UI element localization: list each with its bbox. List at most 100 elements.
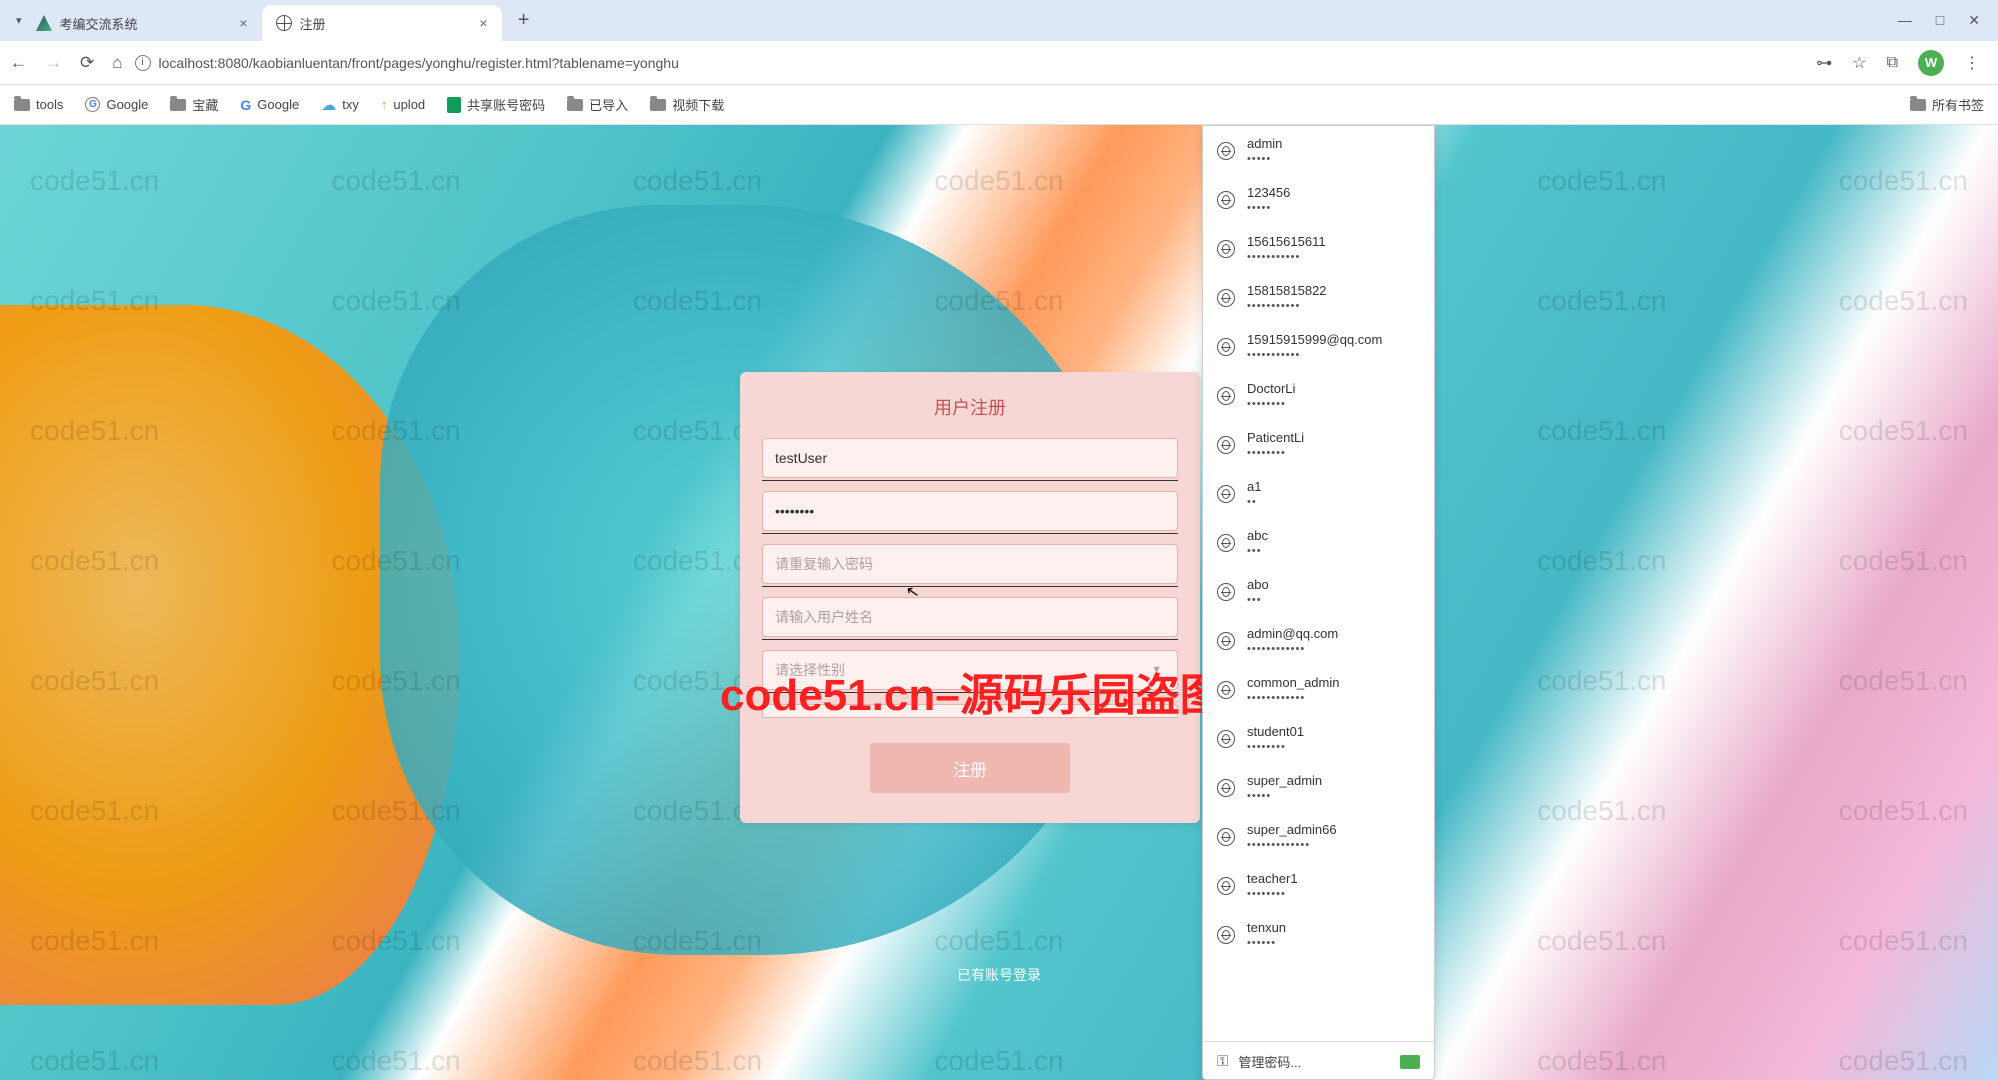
autofill-item[interactable]: 15815815822••••••••••• (1203, 273, 1434, 322)
close-button[interactable]: ✕ (1968, 12, 1980, 29)
autofill-item[interactable]: a1•• (1203, 469, 1434, 518)
home-button[interactable]: ⌂ (112, 53, 122, 73)
autofill-password-mask: •• (1247, 496, 1261, 508)
autofill-item[interactable]: 15615615611••••••••••• (1203, 224, 1434, 273)
autofill-item[interactable]: super_admin66 ••••••••••••• (1203, 812, 1434, 861)
page-viewport: code51.cncode51.cncode51.cncode51.cncode… (0, 125, 1998, 1080)
bookmark-item[interactable]: GGoogle (240, 95, 299, 114)
globe-icon (1217, 142, 1235, 160)
bookmark-item[interactable]: 已导入 (567, 95, 628, 114)
autofill-item[interactable]: admin••••• (1203, 126, 1434, 175)
bookmark-label: txy (342, 97, 359, 112)
gender-select[interactable]: ▼ (762, 650, 1178, 693)
globe-icon (1217, 632, 1235, 650)
autofill-password-mask: ••• (1247, 545, 1268, 557)
autofill-password-mask: ••••••••••• (1247, 349, 1382, 361)
autofill-username: 15815815822 (1247, 283, 1327, 298)
autofill-item[interactable]: student01•••••••• (1203, 714, 1434, 763)
confirm-password-input[interactable] (762, 544, 1178, 584)
autofill-item[interactable]: tenxun•••••• (1203, 910, 1434, 959)
autofill-username: abo (1247, 577, 1269, 592)
folder-icon (170, 99, 186, 111)
gender-display[interactable] (762, 650, 1178, 690)
autofill-username: admin@qq.com (1247, 626, 1338, 641)
autofill-password-mask: •••••••• (1247, 741, 1304, 753)
autofill-item[interactable]: admin@qq.com •••••••••••• (1203, 616, 1434, 665)
autofill-password-mask: ••• (1247, 594, 1269, 606)
autofill-item[interactable]: abc••• (1203, 518, 1434, 567)
autofill-item[interactable]: DoctorLi•••••••• (1203, 371, 1434, 420)
window-controls: — □ ✕ (1898, 12, 1990, 29)
globe-icon (276, 15, 292, 31)
folder-icon (14, 99, 30, 111)
realname-input[interactable] (762, 597, 1178, 637)
tab-register[interactable]: 注册 × (262, 5, 502, 41)
extensions-icon[interactable]: ⧉ (1887, 54, 1898, 72)
vue-icon (36, 15, 52, 31)
autofill-username: super_admin66 (1247, 822, 1337, 837)
bookmark-item[interactable]: ↑uplod (381, 95, 425, 114)
manage-passwords-button[interactable]: ⚿ 管理密码... (1203, 1041, 1434, 1080)
autofill-username: common_admin (1247, 675, 1340, 690)
close-icon[interactable]: × (239, 15, 247, 31)
sheet-icon (447, 97, 461, 113)
extra-field[interactable] (762, 704, 1178, 718)
autofill-password-mask: •••••• (1247, 937, 1286, 949)
autofill-item[interactable]: 123456••••• (1203, 175, 1434, 224)
bookmark-item[interactable]: 共享账号密码 (447, 95, 545, 114)
maximize-button[interactable]: □ (1936, 12, 1944, 29)
url-input[interactable]: i localhost:8080/kaobianluentan/front/pa… (135, 55, 1805, 71)
tab-dropdown-icon[interactable]: ▾ (16, 14, 22, 27)
site-info-icon[interactable]: i (135, 55, 151, 71)
tab-strip: ▾ 考编交流系统 × 注册 × + — □ ✕ (0, 0, 1998, 41)
globe-icon (1217, 877, 1235, 895)
bookmark-item[interactable]: 视频下载 (650, 95, 724, 114)
bookmark-item[interactable]: tools (14, 95, 63, 114)
autofill-item[interactable]: common_admin•••••••••••• (1203, 665, 1434, 714)
username-input[interactable] (762, 438, 1178, 478)
autofill-password-mask: •••••••••••• (1247, 643, 1338, 655)
new-tab-button[interactable]: + (508, 5, 540, 37)
password-input[interactable] (762, 491, 1178, 531)
reload-button[interactable]: ⟳ (80, 53, 94, 73)
all-bookmarks-button[interactable]: 所有书签 (1932, 95, 1984, 114)
password-key-icon[interactable]: ⊶ (1816, 53, 1832, 73)
url-text: localhost:8080/kaobianluentan/front/page… (159, 55, 679, 71)
autofill-password-mask: •••••••• (1247, 888, 1298, 900)
globe-icon (1217, 436, 1235, 454)
bookmark-label: 共享账号密码 (467, 95, 545, 114)
bookmark-label: 视频下载 (672, 95, 724, 114)
bookmark-item[interactable]: ☁ txy (321, 95, 359, 114)
close-icon[interactable]: × (479, 15, 487, 31)
forward-button[interactable]: → (45, 53, 62, 73)
globe-icon (1217, 485, 1235, 503)
back-button[interactable]: ← (10, 53, 27, 73)
globe-icon (1217, 730, 1235, 748)
autofill-item[interactable]: super_admin••••• (1203, 763, 1434, 812)
autofill-password-mask: ••••••••••••• (1247, 839, 1337, 851)
profile-avatar[interactable]: W (1918, 50, 1944, 76)
autofill-item[interactable]: PaticentLi•••••••• (1203, 420, 1434, 469)
folder-icon (650, 99, 666, 111)
cloud-icon: ☁ (321, 96, 336, 114)
autofill-item[interactable]: 15915915999@qq.com••••••••••• (1203, 322, 1434, 371)
bookmark-star-icon[interactable]: ☆ (1852, 53, 1866, 73)
register-button[interactable]: 注册 (870, 743, 1070, 793)
google-icon: G (85, 97, 100, 112)
autofill-username: DoctorLi (1247, 381, 1295, 396)
autofill-item[interactable]: teacher1•••••••• (1203, 861, 1434, 910)
tab-label: 考编交流系统 (60, 14, 138, 33)
login-link[interactable]: 已有账号登录 (957, 965, 1041, 985)
more-menu-icon[interactable]: ⋮ (1964, 53, 1980, 73)
globe-icon (1217, 534, 1235, 552)
tab-app[interactable]: 考编交流系统 × (22, 5, 262, 41)
autofill-item[interactable]: abo ••• (1203, 567, 1434, 616)
bookmark-item[interactable]: 宝藏 (170, 95, 218, 114)
watermark-row: code51.cncode51.cncode51.cncode51.cncode… (0, 1045, 1998, 1077)
autofill-list[interactable]: admin•••••123456•••••15615615611••••••••… (1203, 126, 1434, 1041)
bookmarks-bar: tools GGoogle 宝藏 GGoogle ☁ txy ↑uplod 共享账号密码 已导入… (0, 85, 1998, 125)
folder-icon (567, 99, 583, 111)
globe-icon (1217, 289, 1235, 307)
bookmark-item[interactable]: GGoogle (85, 95, 148, 114)
minimize-button[interactable]: — (1898, 12, 1912, 29)
